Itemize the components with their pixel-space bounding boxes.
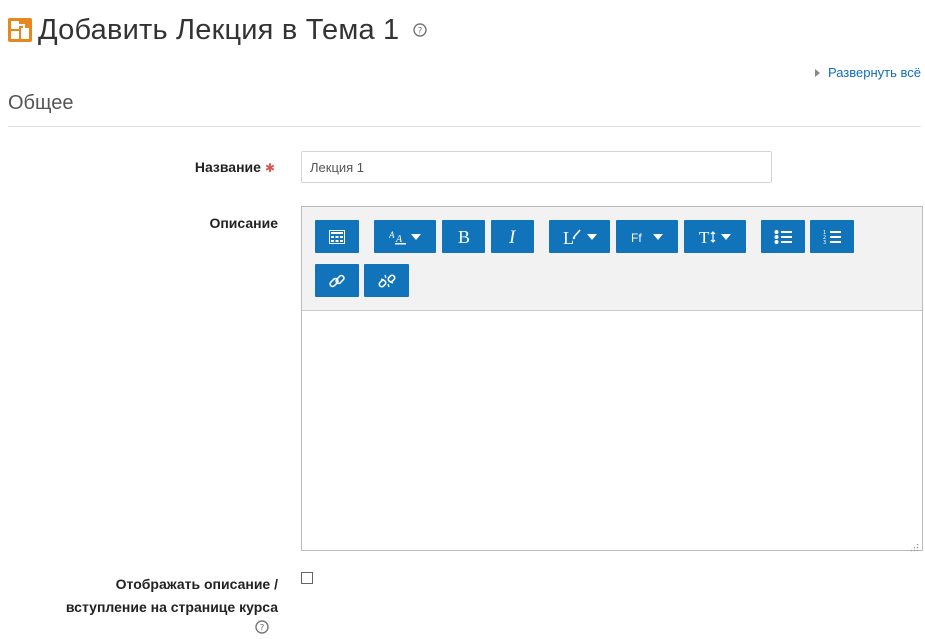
description-editor: AA B I L Ff T 1 2 3 <box>301 206 923 552</box>
help-icon[interactable]: ? <box>255 620 269 634</box>
svg-text:L: L <box>563 228 574 246</box>
svg-text:A: A <box>389 230 395 240</box>
svg-text:B: B <box>458 228 470 246</box>
bold-icon: B <box>457 228 471 246</box>
description-label: Описание <box>209 215 278 231</box>
font-size-button[interactable]: T <box>684 220 746 253</box>
lesson-module-icon <box>8 18 32 42</box>
expand-all-label: Развернуть всё <box>827 65 921 80</box>
unlink-button[interactable] <box>364 264 409 297</box>
section-legend[interactable]: Общее <box>8 92 74 115</box>
font-color-icon: AA <box>389 229 407 245</box>
name-input[interactable] <box>301 151 772 183</box>
paragraph-style-icon: L <box>563 228 583 246</box>
toolbar-toggle-icon <box>329 229 345 244</box>
chevron-down-icon <box>586 233 597 240</box>
name-label: Название ✱ <box>150 159 275 175</box>
link-button[interactable] <box>315 264 359 297</box>
paragraph-styles-button[interactable]: L <box>549 220 610 253</box>
italic-button[interactable]: I <box>491 220 534 253</box>
font-family-button[interactable]: Ff <box>616 220 678 253</box>
svg-text:T: T <box>699 228 710 246</box>
page-heading: Добавить Лекция в Тема 1 ? <box>8 10 428 50</box>
show-more-buttons[interactable] <box>315 220 359 253</box>
help-icon[interactable]: ? <box>413 23 428 37</box>
unordered-list-button[interactable] <box>761 220 805 253</box>
svg-text:?: ? <box>418 27 423 37</box>
font-family-icon: Ff <box>631 230 649 244</box>
page-title: Добавить Лекция в Тема 1 <box>38 13 400 46</box>
italic-icon: I <box>507 228 519 246</box>
show-description-checkbox[interactable] <box>301 572 313 584</box>
unlink-icon <box>377 272 396 290</box>
bold-button[interactable]: B <box>442 220 485 253</box>
font-size-icon: T <box>699 228 717 246</box>
chevron-down-icon <box>653 233 663 240</box>
chevron-down-icon <box>721 233 731 240</box>
show-description-label-line1: Отображать описание / <box>115 576 278 592</box>
svg-text:?: ? <box>260 624 265 634</box>
font-color-button[interactable]: AA <box>374 220 436 253</box>
numbered-list-icon: 123 <box>823 229 841 245</box>
link-icon <box>328 272 346 290</box>
section-divider <box>8 126 921 127</box>
ordered-list-button[interactable]: 123 <box>810 220 854 253</box>
svg-text:I: I <box>508 228 517 246</box>
expand-triangle-icon <box>814 68 820 77</box>
name-label-text: Название <box>194 159 261 175</box>
show-description-label: Отображать описание / вступление на стра… <box>8 573 278 619</box>
required-icon: ✱ <box>264 161 275 175</box>
editor-toolbar: AA B I L Ff T 1 2 3 <box>302 207 922 311</box>
resize-grip-icon[interactable] <box>910 539 919 552</box>
description-textarea[interactable] <box>302 310 922 550</box>
expand-all-link[interactable]: Развернуть всё <box>814 65 921 80</box>
bullet-list-icon <box>774 229 792 245</box>
show-description-label-line2: вступление на странице курса <box>65 599 278 615</box>
svg-text:3: 3 <box>823 240 826 245</box>
svg-text:Ff: Ff <box>631 231 642 244</box>
chevron-down-icon <box>411 233 421 240</box>
